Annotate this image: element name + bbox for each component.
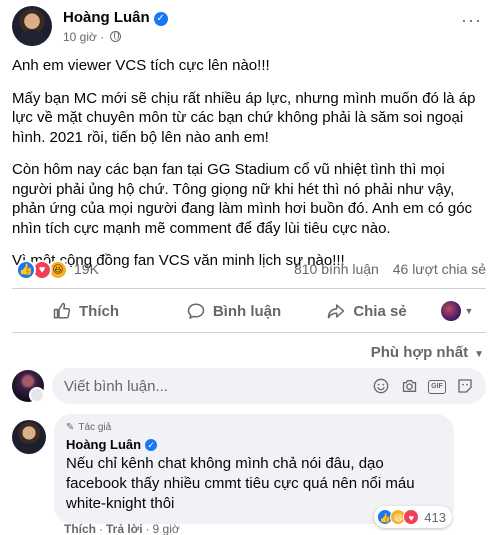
audience-selector[interactable]: ▼ [432, 292, 482, 330]
thumbs-up-icon: 👍 [16, 260, 36, 280]
author-tag: ✎ Tác giả [66, 422, 442, 433]
post-header: Hoàng Luân ✓ 10 giờ · ··· [12, 6, 486, 50]
comment-avatar[interactable] [12, 420, 46, 454]
action-bar: Thích Bình luận Chia sẻ ▼ [12, 292, 486, 330]
sticker-icon[interactable] [456, 377, 474, 395]
separator: · [145, 522, 150, 535]
gif-icon[interactable]: GIF [428, 377, 446, 395]
thumbs-up-icon [53, 302, 71, 319]
like-button[interactable]: Thích [12, 292, 160, 330]
post-text: Anh em viewer VCS tích cực lên nào!!! Mấ… [12, 56, 488, 284]
reactions-bar: 👍 ♥ 😆 19K 810 bình luận 46 lượt chia sẻ [12, 258, 486, 282]
chevron-down-icon: ▼ [464, 306, 474, 316]
heart-icon: ♥ [403, 509, 420, 525]
post-paragraph: Mấy bạn MC mới sẽ chịu rất nhiều áp lực,… [12, 89, 476, 146]
share-arrow-icon [328, 304, 345, 319]
comment-count[interactable]: 810 bình luận [294, 261, 379, 277]
divider [12, 332, 486, 333]
share-label: Chia sẻ [353, 302, 407, 320]
post-paragraph: Anh em viewer VCS tích cực lên nào!!! [12, 57, 270, 74]
post-stats: 810 bình luận 46 lượt chia sẻ [284, 261, 486, 277]
gif-glyph: GIF [428, 380, 446, 394]
comment-button[interactable]: Bình luận [160, 292, 308, 330]
like-label: Thích [79, 302, 119, 320]
camera-icon[interactable] [400, 377, 418, 395]
comment-text: Nếu chỉ kênh chat không mình chả nói đâu… [66, 455, 415, 512]
chevron-down-icon: ▼ [474, 349, 484, 360]
more-options-icon[interactable]: ··· [461, 10, 482, 31]
globe-icon [109, 31, 121, 42]
comment-label: Bình luận [212, 302, 282, 320]
comment-reactions[interactable]: 👍 😆 ♥ 413 [374, 506, 452, 528]
reaction-count[interactable]: 19K [74, 261, 99, 277]
author-avatar[interactable] [12, 6, 52, 46]
share-count[interactable]: 46 lượt chia sẻ [393, 261, 486, 277]
comment-reply-link[interactable]: Trả lời [106, 522, 143, 535]
separator: · [99, 522, 103, 535]
pencil-icon: ✎ [66, 422, 75, 433]
author-tag-label: Tác giả [78, 422, 112, 433]
verified-icon: ✓ [145, 439, 158, 451]
author-name-text[interactable]: Hoàng Luân [63, 9, 150, 26]
divider [12, 288, 486, 289]
comment-composer: GIF [12, 368, 486, 404]
current-user-avatar[interactable] [12, 370, 45, 403]
comment-like-link[interactable]: Thích [64, 522, 96, 535]
post-paragraph: Còn hôm nay các bạn fan tại GG Stadium c… [12, 161, 473, 237]
comment-sort[interactable]: Phù hợp nhất ▼ [371, 344, 484, 361]
sort-label: Phù hợp nhất [370, 344, 469, 361]
comment-actions: Thích · Trả lời · 9 giờ [64, 522, 180, 535]
comment-time[interactable]: 9 giờ [153, 522, 180, 535]
verified-icon: ✓ [153, 12, 168, 26]
share-button[interactable]: Chia sẻ [308, 292, 426, 330]
post-meta: 10 giờ · [63, 30, 121, 44]
composer-tools: GIF [372, 377, 474, 395]
author-name[interactable]: Hoàng Luân ✓ [63, 9, 168, 26]
page-avatar [440, 301, 461, 321]
comment-author[interactable]: Hoàng Luân ✓ [66, 437, 442, 452]
comment-author-name[interactable]: Hoàng Luân [66, 437, 141, 452]
speech-bubble-icon [187, 303, 205, 319]
emoji-icon[interactable] [372, 377, 390, 395]
post-time[interactable]: 10 giờ [63, 30, 97, 44]
comment-reaction-count: 413 [424, 509, 446, 525]
